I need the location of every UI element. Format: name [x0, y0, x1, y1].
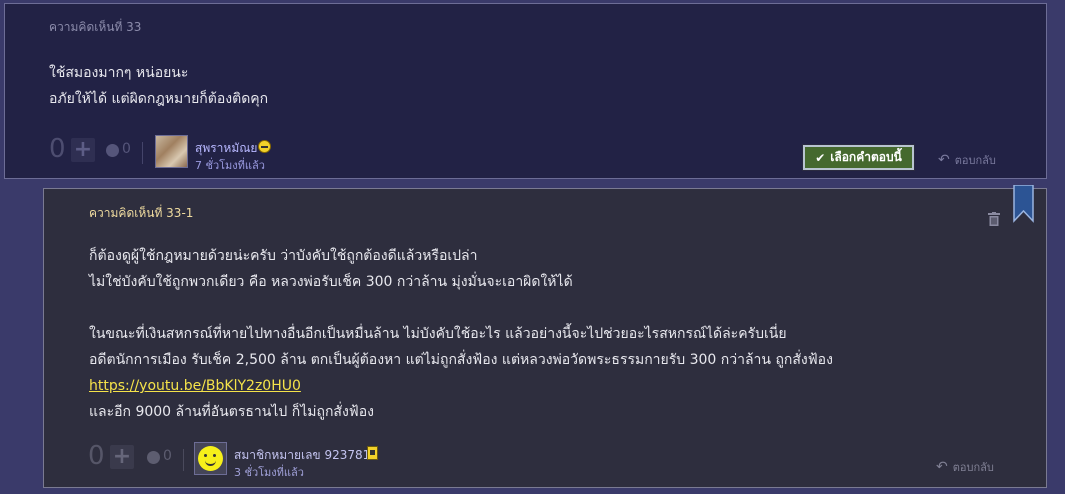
youtube-link[interactable]: https://youtu.be/BbKlY2z0HU0	[89, 378, 301, 394]
choose-answer-button[interactable]: ✔ เลือกคำตอบนี้	[802, 144, 915, 171]
comment-line	[89, 295, 833, 321]
reply-arrow-icon: ↶	[936, 459, 948, 475]
comment-33-1: ความคิดเห็นที่ 33-1 ก็ต้องดูผู้ใช้กฎหมาย…	[43, 185, 1047, 488]
comment-title: ความคิดเห็นที่ 33	[49, 20, 142, 34]
emoticon-count: 0	[122, 141, 131, 157]
divider	[142, 142, 143, 164]
comment-line: และอีก 9000 ล้านที่อันตรธานไป ก็ไม่ถูกสั…	[89, 404, 374, 420]
vote-count: 0	[49, 134, 66, 164]
check-icon: ✔	[815, 150, 826, 165]
post-time: 7 ชั่วโมงที่แล้ว	[195, 159, 265, 172]
comment-footer: 0 + 0 สมาชิกหมายเลข 923781 3 ชั่วโมงที่แ…	[44, 439, 1046, 479]
emoticon-count: 0	[163, 448, 172, 464]
comment-body: ก็ต้องดูผู้ใช้กฎหมายด้วยน่ะครับ ว่าบังคั…	[89, 243, 833, 425]
reply-button[interactable]: ↶ ตอบกลับ	[938, 151, 996, 169]
avatar[interactable]	[155, 135, 188, 168]
comment-line: อดีตนักการเมือง รับเช็ค 2,500 ล้าน ตกเป็…	[89, 352, 833, 368]
comment-line: ใช้สมองมากๆ หน่อยนะ	[49, 65, 189, 81]
reply-arrow-icon: ↶	[938, 152, 950, 168]
emoticon-icon[interactable]	[106, 144, 119, 157]
comment-footer: 0 + 0 สุพราหมัณย 7 ชั่วโมงที่แล้ว ✔ เลือ…	[5, 132, 1046, 172]
bookmark-icon[interactable]	[1013, 185, 1034, 223]
reply-label: ตอบกลับ	[952, 461, 994, 474]
divider	[183, 449, 184, 471]
post-time: 3 ชั่วโมงที่แล้ว	[234, 466, 304, 479]
smiley-avatar	[198, 446, 223, 471]
comment-title: ความคิดเห็นที่ 33-1	[89, 206, 194, 220]
comment-line: ก็ต้องดูผู้ใช้กฎหมายด้วยน่ะครับ ว่าบังคั…	[89, 248, 478, 264]
comment-line: ไม่ใช่บังคับใช้ถูกพวกเดียว คือ หลวงพ่อรั…	[89, 274, 573, 290]
emoticon-icon[interactable]	[147, 451, 160, 464]
member-card-icon	[367, 446, 378, 460]
comment-line: ในขณะที่เงินสหกรณ์ที่หายไปทางอื่นอีกเป็น…	[89, 326, 787, 342]
choose-answer-label: เลือกคำตอบนี้	[830, 150, 902, 164]
laugh-badge-icon	[258, 140, 271, 153]
comment-line: อภัยให้ได้ แต่ผิดกฎหมายก็ต้องติดคุก	[49, 91, 269, 107]
comment-33: ความคิดเห็นที่ 33 ใช้สมองมากๆ หน่อยนะ อภ…	[4, 3, 1047, 179]
comment-body: ใช้สมองมากๆ หน่อยนะ อภัยให้ได้ แต่ผิดกฎห…	[49, 60, 268, 112]
avatar[interactable]	[194, 442, 227, 475]
trash-icon[interactable]	[988, 212, 1000, 226]
plus-icon[interactable]: +	[110, 445, 134, 469]
reply-button[interactable]: ↶ ตอบกลับ	[936, 458, 994, 476]
reply-label: ตอบกลับ	[954, 154, 996, 167]
vote-count: 0	[88, 441, 105, 471]
plus-icon[interactable]: +	[71, 138, 95, 162]
